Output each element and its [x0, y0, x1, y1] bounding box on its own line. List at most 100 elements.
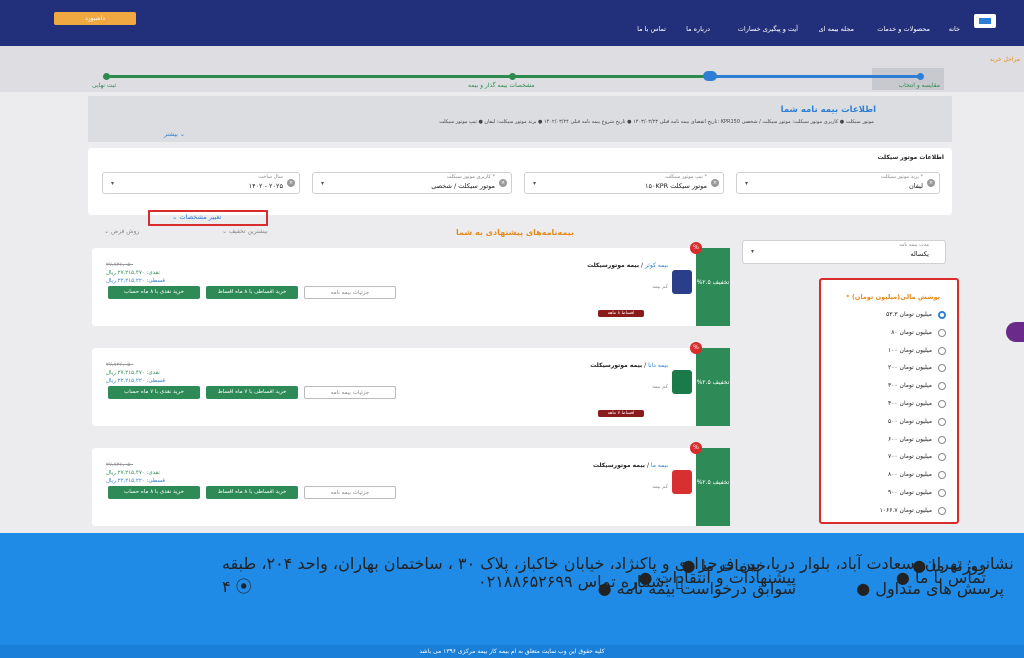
percent-badge-icon: % [690, 342, 702, 354]
clear-icon: × [287, 179, 295, 187]
clear-icon: × [927, 179, 935, 187]
coverage-option[interactable]: ۵۰۰ میلیون تومان [826, 417, 946, 428]
installment-badge: اقساط ۷ ماهه [598, 410, 644, 417]
copyright-bar: کلیه حقوق این وب سایت متعلق به ام بیمه ک… [0, 645, 1024, 658]
chevron-down-icon: ▾ [533, 180, 537, 187]
offer-card: %۲.۵ تخفیف% بیمه دانا / بیمه موتورسیکلت کم… [92, 342, 730, 426]
coverage-option[interactable]: ۶۰۰ میلیون تومان [826, 435, 946, 446]
offer-title: بیمه دانا / بیمه موتورسیکلت [590, 362, 668, 369]
coverage-option[interactable]: ۸۰۰ میلیون تومان [826, 471, 946, 481]
chevron-down-icon: ▾ [111, 180, 115, 187]
radio-icon[interactable] [938, 311, 946, 319]
step-dot [509, 73, 516, 80]
radio-icon[interactable] [938, 328, 946, 337]
radio-icon[interactable] [938, 489, 946, 497]
nav-home[interactable]: خانه [949, 25, 960, 33]
radio-icon[interactable] [938, 364, 946, 373]
offers-title: بیمه‌نامه‌های پیشنهادی به شما [456, 228, 575, 237]
installment-price: قسطی: ۲۲,۲۱۵,۲۲۰ ریال [106, 478, 165, 484]
chevron-down-icon: ▾ [745, 180, 749, 187]
usage-select[interactable]: کاربری موتور سیکلت * موتور سیکلت / شخصی × ▾ [312, 172, 512, 194]
coverage-option[interactable]: ۵۳.۳ میلیون تومان [826, 311, 946, 321]
step-label-final: ثبت نهایی [92, 82, 117, 89]
motor-info-title: اطلاعات موتور سیکلت [877, 154, 944, 161]
coverage-option-label: ۱۰۰ میلیون تومان [887, 346, 932, 354]
offer-card: %۲.۵ تخفیف% بیمه ما / بیمه موتورسیکلت کم ب… [92, 442, 730, 526]
coverage-option[interactable]: ۴۰۰ میلیون تومان [826, 400, 946, 410]
sort-price[interactable]: ⌄ روش فرض [104, 228, 139, 235]
details-button[interactable]: جزئیات بیمه نامه [304, 386, 396, 399]
cash-price: نقدی: ۲۷,۲۱۵,۴۷۰ ریال [106, 370, 160, 376]
cash-buy-button[interactable]: خرید نقدی با ۸ ماه حساب [108, 286, 200, 299]
offer-card: %۲.۵ تخفیف% بیمه کوثر / بیمه موتورسیکلت کم… [92, 242, 730, 326]
percent-badge-icon: % [690, 442, 702, 454]
coverage-option[interactable]: ۷۰۰ میلیون تومان [826, 453, 946, 463]
type-select[interactable]: تیپ موتور سیکلت * ۱۵۰KPR موتور سیکلت × ▾ [524, 172, 724, 194]
cash-price: نقدی: ۲۷,۲۱۵,۴۷۰ ریال [106, 470, 160, 476]
coverage-title: * پوشش مالی(میلیون تومان) [846, 293, 940, 301]
duration-select[interactable]: مدت بیمه نامه یکساله ▾ [742, 240, 946, 264]
offer-sub: کم بیمه [652, 484, 668, 490]
offer-sub: کم بیمه [652, 384, 668, 390]
chevron-down-icon: ▾ [751, 248, 755, 255]
radio-icon[interactable] [938, 453, 946, 462]
clear-icon: × [499, 179, 507, 187]
sort-discount[interactable]: ⌄ بیشترین تخفیف [222, 228, 268, 235]
radio-icon[interactable] [938, 400, 946, 408]
chevron-down-icon: ⌄ [172, 213, 178, 221]
breadcrumb: مراحل خرید [989, 56, 1020, 63]
radio-icon[interactable] [938, 346, 946, 355]
installment-buy-button[interactable]: خرید اقساطی با ۷ ماه اقساط [206, 386, 298, 399]
old-price: ۲۷,۷۲۶,۰۵۰ [106, 462, 134, 468]
coverage-option[interactable]: ۳۰۰ میلیون تومان [826, 382, 946, 392]
more-link[interactable]: بیشتر ⌄ [164, 131, 185, 138]
radio-icon[interactable] [938, 506, 946, 515]
coverage-option-label: ۸۰۰ میلیون تومان [887, 471, 932, 479]
coverage-option[interactable]: ۱۰۶۶.۷ میلیون تومان [826, 506, 946, 517]
coverage-option[interactable]: ۸۰ میلیون تومان [826, 328, 946, 339]
details-button[interactable]: جزئیات بیمه نامه [304, 486, 396, 499]
site-logo[interactable] [974, 14, 996, 28]
cash-buy-button[interactable]: خرید نقدی با ۸ ماه حساب [108, 486, 200, 499]
nav-magazine[interactable]: مجله بیمه ای [819, 25, 854, 33]
coverage-option[interactable]: ۲۰۰ میلیون تومان [826, 364, 946, 374]
installment-price: قسطی: ۲۲,۲۱۵,۲۲۰ ریال [106, 278, 165, 284]
coverage-option[interactable]: ۱۰۰ میلیون تومان [826, 346, 946, 357]
nav-claims[interactable]: آیت و پیگیری خسارات [738, 25, 798, 33]
offer-sub: کم بیمه [652, 284, 668, 290]
radio-icon[interactable] [938, 382, 946, 391]
coverage-option[interactable]: ۹۰۰ میلیون تومان [826, 489, 946, 499]
discount-panel: %۲.۵ تخفیف [696, 448, 730, 526]
dashboard-button[interactable]: داشبورد [54, 12, 136, 25]
discount-panel: %۲.۵ تخفیف [696, 348, 730, 426]
step-label-specs: مشخصات بیمه گذار و بیمه [468, 82, 535, 89]
nav-contact[interactable]: تماس با ما [637, 25, 666, 33]
radio-icon[interactable] [938, 471, 946, 480]
old-price: ۲۷,۷۲۶,۰۵۰ [106, 362, 134, 368]
coverage-option-label: ۳۰۰ میلیون تومان [887, 382, 932, 390]
phone-icon: ▯ [674, 572, 684, 591]
brand-select[interactable]: برند موتور سیکلت * لیفان × ▾ [736, 172, 940, 194]
details-button[interactable]: جزئیات بیمه نامه [304, 286, 396, 299]
radio-icon[interactable] [938, 435, 946, 444]
change-specs-link[interactable]: ⌄ تغییر مشخصات [172, 213, 221, 221]
installment-buy-button[interactable]: خرید اقساطی با ۸ ماه اقساط [206, 486, 298, 499]
chevron-down-icon: ▾ [321, 180, 325, 187]
insurer-logo [672, 270, 692, 294]
nav-about[interactable]: درباره ما [686, 25, 710, 33]
year-select[interactable]: سال ساخت ۱۴۰۲ - ۲۰۲۵ × ▾ [102, 172, 300, 194]
coverage-option-label: ۴۰۰ میلیون تومان [887, 400, 932, 407]
cash-buy-button[interactable]: خرید نقدی با ۷ ماه حساب [108, 386, 200, 399]
installment-buy-button[interactable]: خرید اقساطی با ۸ ماه اقساط [206, 286, 298, 299]
chat-tab-icon[interactable] [1006, 322, 1024, 342]
chevron-down-icon: ⌄ [222, 228, 228, 235]
coverage-option-label: ۷۰۰ میلیون تومان [887, 453, 932, 461]
offer-title: بیمه ما / بیمه موتورسیکلت [592, 462, 668, 469]
insurer-logo [672, 370, 692, 394]
installment-price: قسطی: ۲۲,۲۱۵,۲۲۰ ریال [106, 378, 165, 384]
old-price: ۲۷,۷۲۶,۰۵۰ [106, 262, 134, 268]
installment-badge: اقساط ۸ ماهه [598, 310, 644, 317]
discount-panel: %۲.۵ تخفیف [696, 248, 730, 326]
radio-icon[interactable] [938, 417, 946, 426]
nav-products[interactable]: محصولات و خدمات [877, 25, 930, 33]
